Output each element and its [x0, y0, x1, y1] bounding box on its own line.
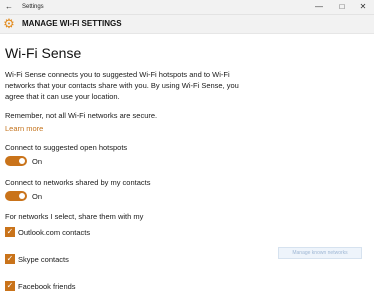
minimize-icon[interactable]: — [308, 0, 330, 14]
description-text: Wi-Fi Sense connects you to suggested Wi… [5, 70, 239, 101]
close-icon[interactable]: ✕ [352, 0, 374, 14]
page-header: ⚙ MANAGE WI-FI SETTINGS [0, 15, 374, 33]
toggle-label-open-hotspots: Connect to suggested open hotspots [5, 143, 128, 152]
manage-known-networks-button[interactable]: Manage known networks [278, 247, 362, 259]
security-note: Remember, not all Wi-Fi networks are sec… [5, 111, 158, 120]
open-hotspots-toggle[interactable] [5, 156, 27, 166]
maximize-icon[interactable]: □ [331, 0, 353, 14]
toggle-state-shared-networks: On [32, 192, 43, 201]
gear-icon: ⚙ [3, 16, 15, 31]
outlook-contacts-label: Outlook.com contacts [18, 228, 91, 237]
page-title: Wi-Fi Sense [5, 45, 82, 61]
skype-contacts-label: Skype contacts [18, 255, 69, 264]
outlook-contacts-checkbox[interactable]: ✓ [5, 227, 15, 237]
shared-networks-toggle[interactable] [5, 191, 27, 201]
header-divider [0, 33, 374, 34]
toggle-knob [19, 158, 25, 164]
facebook-friends-checkbox[interactable]: ✓ [5, 281, 15, 291]
toggle-label-shared-networks: Connect to networks shared by my contact… [5, 178, 151, 187]
toggle-state-open-hotspots: On [32, 157, 43, 166]
toggle-knob [19, 193, 25, 199]
learn-more-link[interactable]: Learn more [5, 124, 43, 133]
title-bar: ← Settings — □ ✕ [0, 0, 374, 15]
skype-contacts-checkbox[interactable]: ✓ [5, 254, 15, 264]
header-title: MANAGE WI-FI SETTINGS [22, 19, 122, 28]
back-arrow-icon[interactable]: ← [3, 0, 15, 14]
facebook-friends-label: Facebook friends [18, 282, 76, 291]
share-heading: For networks I select, share them with m… [5, 212, 144, 221]
window-title: Settings [22, 4, 44, 10]
